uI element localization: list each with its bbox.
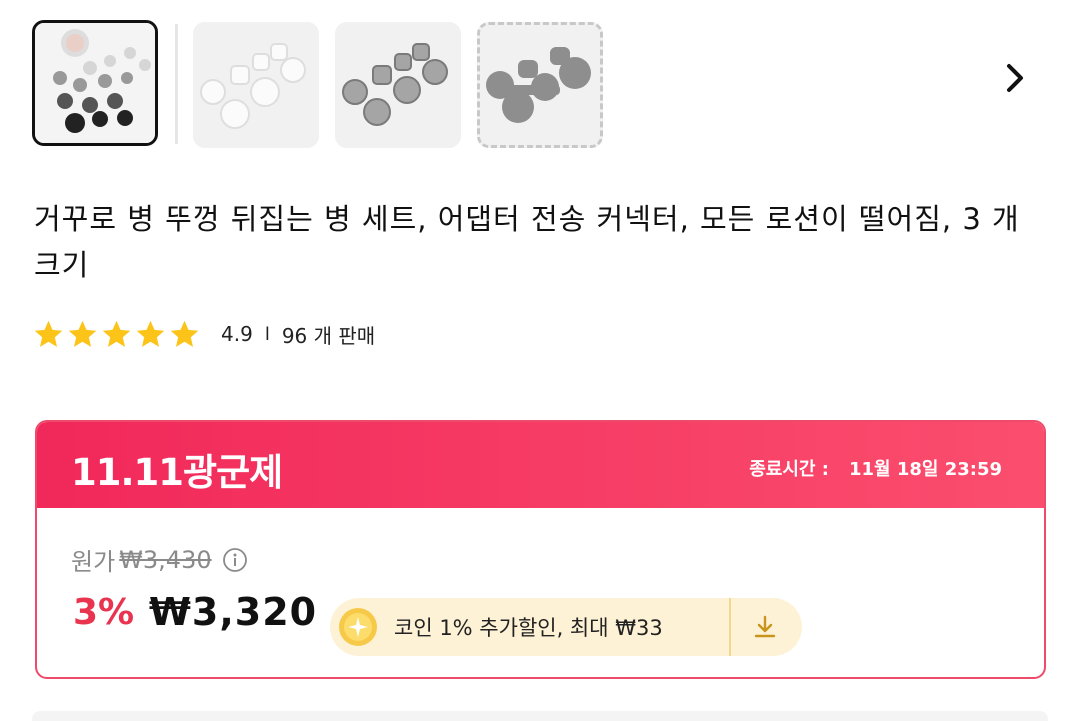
end-time-value: 11월 18일 23:59 [848, 459, 1002, 480]
promo-body: 원가 ₩3,430 3% ₩3,320 코인 1% 추가할인, 최대 ₩33 [37, 508, 1044, 677]
product-image [335, 22, 461, 148]
coin-discount-banner[interactable]: 코인 1% 추가할인, 최대 ₩33 [330, 598, 802, 656]
coin-divider [729, 598, 731, 656]
rating-separator: l [264, 323, 270, 345]
discount-percent: 3% [73, 592, 135, 633]
rating-score: 4.9 [221, 322, 253, 346]
coin-icon [339, 608, 377, 646]
promo-header: 11.11광군제 종료시간 : 11월 18일 23:59 [37, 422, 1044, 508]
info-icon[interactable] [222, 547, 248, 573]
star-rating [32, 318, 201, 351]
product-image [35, 23, 155, 143]
sale-price: ₩3,320 [149, 590, 318, 634]
product-title: 거꾸로 병 뚜껑 뒤집는 병 세트, 어댑터 전송 커넥터, 모든 로션이 떨어… [34, 202, 1020, 282]
star-icon [170, 320, 199, 347]
sold-count: 96 개 판매 [281, 323, 376, 348]
download-icon[interactable] [751, 613, 779, 641]
chevron-right-icon[interactable] [995, 58, 1035, 98]
star-icon [34, 320, 63, 347]
thumbnail-2[interactable] [193, 22, 319, 148]
promo-card: 11.11광군제 종료시간 : 11월 18일 23:59 원가 ₩3,430 … [35, 420, 1046, 679]
original-price-label: 원가 [71, 548, 116, 576]
thumbnail-4[interactable] [477, 22, 603, 148]
image-gallery [32, 20, 1052, 148]
star-icon [102, 320, 131, 347]
rating-row: 4.9 l 96 개 판매 [32, 314, 375, 354]
promo-name: 11.11광군제 [71, 451, 283, 494]
coin-discount-text: 코인 1% 추가할인, 최대 ₩33 [394, 616, 663, 640]
thumbnail-3[interactable] [335, 22, 461, 148]
end-time-label: 종료시간 : [749, 459, 829, 480]
star-icon [68, 320, 97, 347]
thumbnail-1[interactable] [32, 20, 158, 146]
original-price-row: 원가 ₩3,430 [71, 542, 248, 577]
thumbnail-divider [175, 24, 178, 144]
star-icon [136, 320, 165, 347]
product-image [193, 22, 319, 148]
original-price: ₩3,430 [119, 545, 212, 574]
promo-end-time: 종료시간 : 11월 18일 23:59 [749, 455, 1002, 481]
next-section-edge [32, 711, 1048, 721]
product-image [480, 25, 600, 145]
